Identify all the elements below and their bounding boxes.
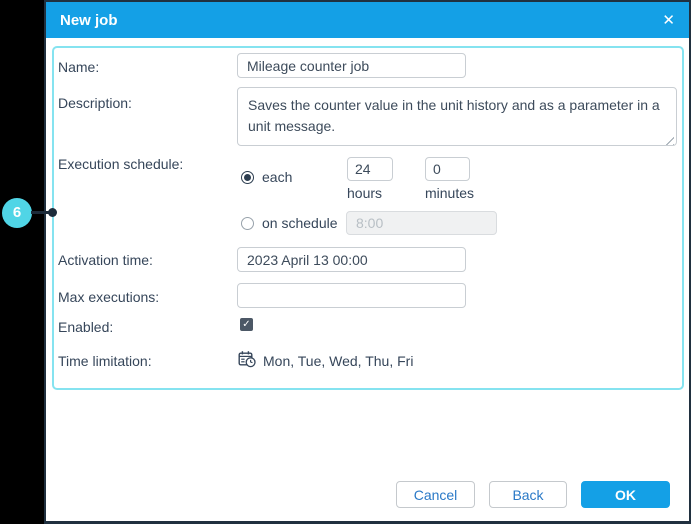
- time-limitation-value: Mon, Tue, Wed, Thu, Fri: [263, 353, 413, 369]
- close-icon[interactable]: ✕: [662, 13, 675, 28]
- job-properties-fieldset: Name: Description: Saves the counter val…: [52, 46, 684, 390]
- minutes-input[interactable]: [425, 157, 470, 181]
- name-input[interactable]: [237, 53, 466, 78]
- dialog-title: New job: [60, 12, 118, 29]
- activation-time-input[interactable]: [237, 247, 466, 272]
- schedule-time-input[interactable]: [346, 211, 497, 235]
- enabled-label: Enabled:: [58, 319, 113, 335]
- each-radio-label: each: [262, 169, 292, 185]
- hours-unit-label: hours: [347, 185, 382, 201]
- max-executions-input[interactable]: [237, 283, 466, 308]
- max-executions-label: Max executions:: [58, 289, 159, 305]
- execution-schedule-label: Execution schedule:: [58, 156, 183, 172]
- description-label: Description:: [58, 95, 132, 111]
- screen: New job ✕ Name: Description: Saves the c…: [0, 0, 691, 524]
- enabled-checkbox[interactable]: ✓: [240, 318, 253, 331]
- time-limitation-label: Time limitation:: [58, 353, 152, 369]
- calendar-clock-icon[interactable]: [238, 350, 256, 368]
- description-textarea[interactable]: Saves the counter value in the unit hist…: [237, 87, 677, 146]
- back-button[interactable]: Back: [489, 481, 567, 508]
- new-job-dialog: New job ✕ Name: Description: Saves the c…: [44, 0, 691, 524]
- cancel-button[interactable]: Cancel: [396, 481, 475, 508]
- minutes-unit-label: minutes: [425, 185, 474, 201]
- on-schedule-radio[interactable]: [241, 217, 254, 230]
- callout-dot: [48, 208, 57, 217]
- callout-badge-6: 6: [2, 198, 32, 228]
- hours-input[interactable]: [347, 157, 393, 181]
- each-radio[interactable]: [241, 171, 254, 184]
- on-schedule-radio-label: on schedule: [262, 215, 338, 231]
- activation-time-label: Activation time:: [58, 252, 153, 268]
- name-label: Name:: [58, 59, 99, 75]
- dialog-titlebar: New job ✕: [46, 2, 689, 38]
- ok-button[interactable]: OK: [581, 481, 670, 508]
